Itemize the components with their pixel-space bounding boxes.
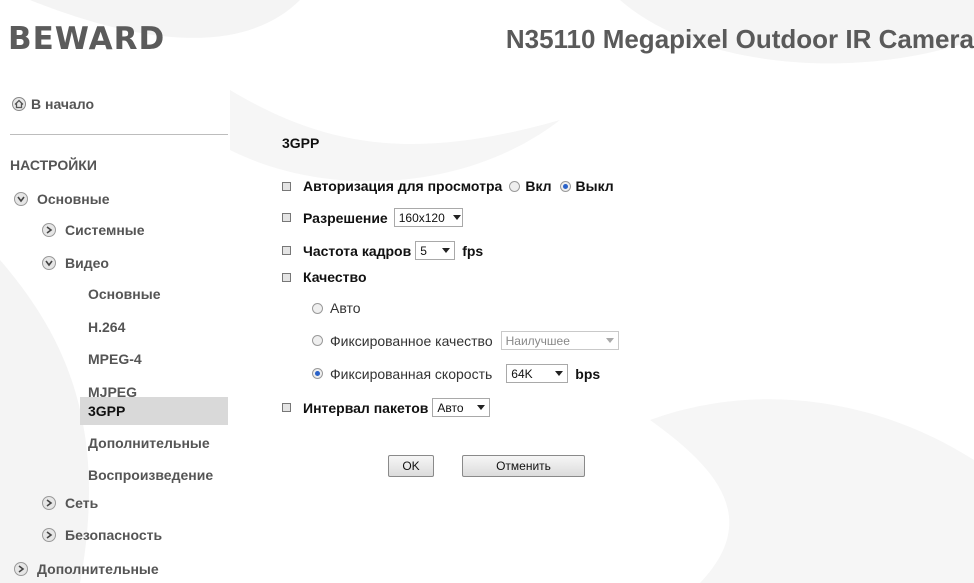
- bullet-icon: [282, 181, 291, 191]
- ok-button[interactable]: OK: [388, 455, 434, 477]
- cancel-button[interactable]: Отменить: [462, 455, 585, 477]
- resolution-select[interactable]: 160x120: [393, 208, 463, 227]
- packet-interval-label: Интервал пакетов: [303, 399, 429, 416]
- framerate-label: Частота кадров: [303, 242, 412, 259]
- sidebar-subitem-3gpp[interactable]: 3GPP: [80, 397, 228, 425]
- chevron-right-icon: [42, 223, 56, 237]
- home-link[interactable]: В начало: [12, 96, 94, 112]
- auth-on-radio[interactable]: [509, 180, 521, 192]
- sidebar-item-video[interactable]: Видео: [42, 252, 109, 274]
- bullet-icon: [282, 246, 291, 255]
- quality-fixed-radio[interactable]: [312, 335, 323, 346]
- bullet-icon: [282, 403, 291, 412]
- sidebar-item-system-label: Системные: [65, 222, 145, 238]
- bullet-icon: [282, 213, 291, 222]
- quality-bitrate-row: Фиксированная скорость 64K bps: [312, 364, 600, 383]
- beward-logo-icon: BEWARD: [8, 21, 165, 57]
- sidebar-subitem-advanced[interactable]: Дополнительные: [88, 432, 228, 454]
- chevron-right-icon: [42, 528, 56, 542]
- quality-auto-label: Авто: [330, 300, 361, 316]
- chevron-down-icon: [14, 192, 28, 206]
- chevron-down-icon: [555, 371, 564, 376]
- home-icon: [12, 97, 26, 111]
- auth-off-label: Выкл: [575, 178, 614, 194]
- quality-bitrate-label: Фиксированная скорость: [330, 365, 493, 382]
- sidebar-item-security-label: Безопасность: [65, 527, 163, 543]
- auth-off-radio[interactable]: [559, 180, 571, 192]
- framerate-unit: fps: [462, 242, 484, 259]
- header: BEWARD N35110 Megapixel Outdoor IR Camer…: [0, 0, 974, 80]
- quality-fixed-select[interactable]: Наилучшее: [500, 331, 619, 350]
- beward-logo: BEWARD: [8, 20, 183, 59]
- auth-row: Авторизация для просмотра Вкл Выкл: [282, 178, 614, 194]
- quality-bitrate-radio[interactable]: [312, 368, 323, 379]
- chevron-down-icon: [477, 405, 486, 410]
- sidebar-item-basic-label: Основные: [37, 191, 110, 207]
- quality-label: Качество: [303, 269, 367, 285]
- bitrate-unit: bps: [575, 365, 601, 382]
- sidebar-item-video-label: Видео: [65, 255, 109, 271]
- sidebar-item-basic[interactable]: Основные: [14, 188, 110, 210]
- framerate-select[interactable]: 5: [415, 241, 456, 260]
- bullet-icon: [282, 272, 291, 282]
- resolution-row: Разрешение 160x120: [282, 208, 463, 227]
- bitrate-select[interactable]: 64K: [506, 364, 569, 383]
- sidebar-subitem-h264[interactable]: H.264: [88, 316, 228, 338]
- chevron-down-icon: [605, 338, 614, 343]
- auth-on-label: Вкл: [525, 178, 552, 194]
- chevron-right-icon: [42, 496, 56, 510]
- chevron-down-icon: [42, 256, 56, 270]
- sidebar: В начало НАСТРОЙКИ Основные Системные Ви…: [0, 80, 228, 583]
- packet-interval-select-value: Авто: [437, 400, 464, 415]
- resolution-label: Разрешение: [303, 209, 388, 226]
- logo-text: BEWARD: [8, 21, 165, 54]
- sidebar-item-extra-label: Дополнительные: [37, 561, 159, 577]
- sidebar-subitem-video-basic[interactable]: Основные: [88, 283, 228, 305]
- quality-fixed-select-value: Наилучшее: [505, 333, 570, 348]
- quality-auto-radio[interactable]: [312, 302, 323, 314]
- resolution-select-value: 160x120: [398, 210, 445, 225]
- bitrate-select-value: 64K: [511, 366, 533, 381]
- sidebar-subitem-mpeg4[interactable]: MPEG-4: [88, 348, 228, 370]
- sidebar-subitem-playback[interactable]: Воспроизведение: [88, 464, 228, 486]
- sidebar-item-security[interactable]: Безопасность: [42, 524, 162, 546]
- sidebar-item-system[interactable]: Системные: [42, 219, 145, 241]
- packet-interval-select[interactable]: Авто: [432, 398, 491, 417]
- page-title: 3GPP: [282, 135, 320, 151]
- sidebar-item-network[interactable]: Сеть: [42, 492, 98, 514]
- packet-interval-row: Интервал пакетов Авто: [282, 398, 491, 417]
- quality-fixed-label: Фиксированное качество: [330, 332, 493, 349]
- sidebar-divider: [10, 134, 228, 135]
- quality-row: Качество: [282, 269, 367, 285]
- sidebar-item-extra[interactable]: Дополнительные: [14, 558, 159, 580]
- chevron-down-icon: [442, 248, 451, 253]
- home-label: В начало: [31, 96, 95, 112]
- sidebar-item-network-label: Сеть: [65, 495, 99, 511]
- framerate-row: Частота кадров 5 fps: [282, 241, 483, 260]
- chevron-down-icon: [452, 215, 461, 220]
- quality-fixed-row: Фиксированное качество Наилучшее: [312, 331, 619, 350]
- chevron-right-icon: [14, 562, 28, 576]
- auth-label: Авторизация для просмотра: [303, 178, 503, 194]
- quality-auto-row: Авто: [312, 300, 361, 316]
- framerate-select-value: 5: [420, 243, 427, 258]
- camera-model-title: N35110 Megapixel Outdoor IR Camera: [505, 24, 974, 54]
- settings-heading: НАСТРОЙКИ: [10, 157, 97, 173]
